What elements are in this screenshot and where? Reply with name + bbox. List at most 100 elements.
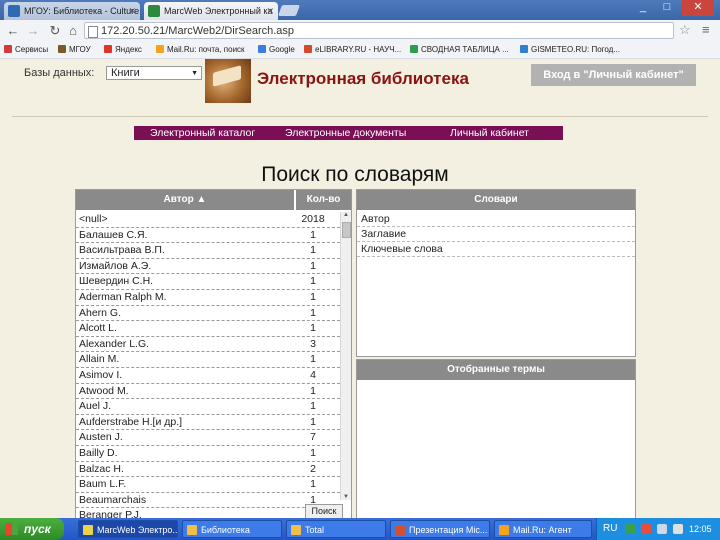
- windows-logo-icon: [6, 523, 18, 535]
- author-row[interactable]: Beranger P.J.1: [76, 508, 340, 518]
- nav-catalog[interactable]: Электронный каталог: [150, 126, 255, 140]
- author-row[interactable]: Austen J. 7: [76, 430, 340, 446]
- author-name: Балашев С.Я.: [79, 228, 148, 241]
- author-list-scrollbar[interactable]: ▲ ▼: [340, 212, 351, 500]
- author-row[interactable]: Васильтрава В.П. 1: [76, 243, 340, 259]
- nav-cabinet[interactable]: Личный кабинет: [450, 126, 529, 140]
- menu-icon[interactable]: ≡: [702, 22, 710, 37]
- author-row[interactable]: Balzac H. 2: [76, 462, 340, 478]
- tray-antivirus-icon[interactable]: [641, 524, 651, 534]
- dictionary-item[interactable]: Ключевые слова: [357, 242, 635, 257]
- scroll-up-icon[interactable]: ▲: [343, 212, 349, 218]
- minimize-icon[interactable]: _: [632, 0, 654, 16]
- bookmark-gismeteo[interactable]: GISMETEO.RU: Погод...: [520, 42, 620, 58]
- folder-icon: [291, 525, 301, 535]
- library-logo: [205, 59, 251, 103]
- author-count: 1: [310, 400, 316, 413]
- page-title: Поиск по словарям: [261, 163, 449, 186]
- author-count: 1: [310, 353, 316, 366]
- dictionary-item[interactable]: Заглавие: [357, 227, 635, 242]
- author-row[interactable]: Aufderstrabe H.[и др.] 1: [76, 415, 340, 431]
- taskbar-item-mail-agent[interactable]: Mail.Ru: Агент: [494, 520, 592, 538]
- elibrary-icon: [304, 45, 312, 53]
- author-row[interactable]: Aderman Ralph M. 1: [76, 290, 340, 306]
- close-tab-icon[interactable]: ✕: [128, 2, 136, 20]
- start-button[interactable]: пуск: [0, 518, 64, 540]
- author-row[interactable]: Atwood M. 1: [76, 384, 340, 400]
- language-indicator[interactable]: RU: [603, 518, 617, 540]
- author-row[interactable]: Asimov I. 4: [76, 368, 340, 384]
- taskbar-item-folder[interactable]: Библиотека: [182, 520, 282, 538]
- count-column-header[interactable]: Кол-во: [296, 190, 351, 210]
- scroll-down-icon[interactable]: ▼: [343, 494, 349, 500]
- nav-documents[interactable]: Электронные документы: [285, 126, 406, 140]
- author-name: <null>: [79, 213, 108, 225]
- author-row[interactable]: Alexander L.G. 3: [76, 337, 340, 353]
- bookmark-mgou[interactable]: МГОУ: [58, 42, 91, 58]
- bookmark-star-icon[interactable]: ☆: [679, 22, 691, 38]
- bookmark-services[interactable]: Сервисы: [4, 42, 48, 58]
- dictionary-item[interactable]: Автор: [357, 212, 635, 227]
- selected-terms-header: Отобранные термы: [357, 360, 635, 380]
- author-row[interactable]: <null> 2018: [76, 212, 340, 228]
- author-row[interactable]: Alcott L. 1: [76, 321, 340, 337]
- scroll-thumb[interactable]: [342, 222, 351, 238]
- author-row[interactable]: Шевердин С.Н. 1: [76, 274, 340, 290]
- new-tab-button[interactable]: [277, 5, 301, 16]
- author-name: Beranger P.J.: [79, 509, 142, 518]
- author-row[interactable]: Ahern G. 1: [76, 306, 340, 322]
- author-row[interactable]: Балашев С.Я. 1: [76, 228, 340, 244]
- author-count: 7: [310, 431, 316, 444]
- author-row[interactable]: Baum L.F. 1: [76, 477, 340, 493]
- bookmark-yandex[interactable]: Яндекс: [104, 42, 142, 58]
- author-count: 1: [310, 244, 316, 257]
- url-input[interactable]: 172.20.50.21/MarcWeb2/DirSearch.asp: [84, 22, 674, 39]
- author-name: Alcott L.: [79, 322, 117, 335]
- taskbar-item-browser[interactable]: MarcWeb Электро...: [78, 520, 178, 538]
- bookmark-google[interactable]: Google: [258, 42, 295, 58]
- author-name: Austen J.: [79, 431, 123, 444]
- author-row[interactable]: Auel J. 1: [76, 399, 340, 415]
- author-row[interactable]: Allain M. 1: [76, 352, 340, 368]
- browser-tab-1[interactable]: МГОУ: Библиотека - Culture ✕: [4, 2, 140, 20]
- search-button[interactable]: Поиск: [305, 504, 343, 518]
- tab-favicon-icon: [8, 5, 20, 17]
- bookmark-mailru[interactable]: Mail.Ru: почта, поиск: [156, 42, 245, 58]
- author-column-header[interactable]: Автор ▲: [76, 190, 294, 210]
- tray-app-icon[interactable]: [625, 524, 635, 534]
- login-cabinet-button[interactable]: Вход в "Личный кабинет": [531, 64, 696, 86]
- back-arrow-icon[interactable]: ←: [4, 22, 22, 40]
- home-icon[interactable]: ⌂: [64, 22, 82, 40]
- author-count: 1: [310, 446, 316, 459]
- taskbar-item-total[interactable]: Total: [286, 520, 386, 538]
- bookmark-table[interactable]: СВОДНАЯ ТАБЛИЦА ...: [410, 42, 509, 58]
- database-selected-value: Книги: [111, 67, 140, 79]
- author-name: Atwood M.: [79, 384, 129, 397]
- author-row[interactable]: Beaumarchais 1: [76, 493, 340, 509]
- bookmarks-bar: Сервисы МГОУ Яндекс Mail.Ru: почта, поис…: [0, 42, 720, 59]
- network-icon[interactable]: [657, 524, 667, 534]
- close-tab-icon[interactable]: ✕: [266, 2, 274, 20]
- browser-tab-2[interactable]: MarcWeb Электронный ка ✕: [144, 2, 278, 20]
- address-bar: ← → ↻ ⌂ 172.20.50.21/MarcWeb2/DirSearch.…: [0, 20, 720, 43]
- reload-icon[interactable]: ↻: [46, 22, 64, 40]
- database-select[interactable]: Книги ▼: [106, 66, 202, 80]
- author-count: 1: [310, 415, 316, 428]
- author-count: 1: [310, 384, 316, 397]
- tab-favicon-icon: [148, 5, 160, 17]
- maximize-icon[interactable]: □: [656, 0, 678, 16]
- dictionaries-list: Автор Заглавие Ключевые слова: [357, 212, 635, 257]
- author-count: 1: [310, 290, 316, 303]
- divider: [12, 116, 708, 117]
- volume-icon[interactable]: [673, 524, 683, 534]
- author-row[interactable]: Bailly D. 1: [76, 446, 340, 462]
- forward-arrow-icon[interactable]: →: [24, 22, 42, 40]
- bookmark-elibrary[interactable]: eLIBRARY.RU - НАУЧ...: [304, 42, 401, 58]
- author-name: Aderman Ralph M.: [79, 290, 167, 303]
- author-rows: <null> 2018 Балашев С.Я. 1 Васильтрава В.П. 1…: [76, 212, 340, 518]
- close-window-icon[interactable]: ✕: [682, 0, 714, 16]
- folder-icon: [58, 45, 66, 53]
- system-tray: RU 12:05: [596, 518, 720, 540]
- taskbar-item-powerpoint[interactable]: Презентация Mic...: [390, 520, 490, 538]
- author-row[interactable]: Измайлов А.Э. 1: [76, 259, 340, 275]
